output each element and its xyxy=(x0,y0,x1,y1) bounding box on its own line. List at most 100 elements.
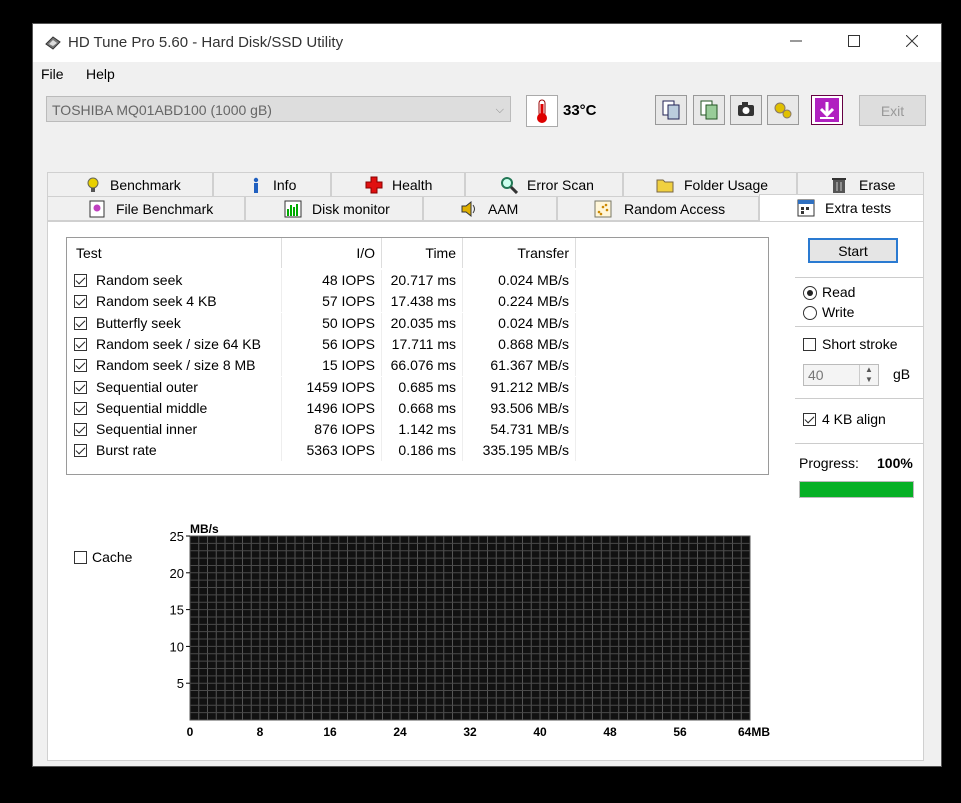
drive-select[interactable]: TOSHIBA MQ01ABD100 (1000 gB) ⌵ xyxy=(46,96,511,122)
maximize-button[interactable] xyxy=(825,24,883,62)
short-stroke-value: 40 xyxy=(808,367,824,383)
cell-test: Random seek / size 8 MB xyxy=(67,355,282,377)
test-checkbox[interactable] xyxy=(74,380,87,394)
cell-io: 56 IOPS xyxy=(282,333,382,355)
cell-test: Sequential outer xyxy=(67,376,282,398)
table-row[interactable]: Burst rate 5363 IOPS 0.186 ms 335.195 MB/s xyxy=(67,440,768,462)
cell-time: 17.711 ms xyxy=(382,333,463,355)
tab-aam[interactable]: AAM xyxy=(423,196,557,221)
tab-file-benchmark[interactable]: File Benchmark xyxy=(47,196,245,221)
save-button[interactable] xyxy=(811,95,843,125)
spin-arrows[interactable]: ▲ ▼ xyxy=(859,365,878,385)
cell-io: 1459 IOPS xyxy=(282,376,382,398)
short-stroke-spinner[interactable]: 40 ▲ ▼ xyxy=(803,364,879,386)
test-checkbox[interactable] xyxy=(74,423,87,437)
tab-disk-monitor[interactable]: Disk monitor xyxy=(245,196,423,221)
test-checkbox[interactable] xyxy=(74,316,87,330)
copy-all-button[interactable] xyxy=(693,95,725,125)
hdtune-app-icon xyxy=(45,36,61,50)
cell-transfer: 93.506 MB/s xyxy=(463,397,576,419)
y-tick-label: 25 xyxy=(170,529,184,544)
short-stroke-checkbox[interactable] xyxy=(803,338,816,351)
menu-file[interactable]: File xyxy=(41,66,64,82)
extra-tests-icon xyxy=(797,199,815,217)
spin-down-icon[interactable]: ▼ xyxy=(860,375,878,385)
progress-percent: 100% xyxy=(877,455,913,471)
test-checkbox[interactable] xyxy=(74,337,87,351)
short-stroke-label: Short stroke xyxy=(822,336,898,352)
x-tick-label: 8 xyxy=(257,725,264,738)
table-row[interactable]: Random seek / size 8 MB 15 IOPS 66.076 ms 6… xyxy=(67,355,768,377)
x-tick-label: 64MB xyxy=(738,725,770,738)
col-header-test[interactable]: Test xyxy=(67,238,282,268)
tab-extra-tests[interactable]: Extra tests xyxy=(759,194,924,221)
align-checkbox[interactable] xyxy=(803,413,816,426)
x-tick-label: 48 xyxy=(603,725,617,738)
cell-io: 15 IOPS xyxy=(282,355,382,377)
progress-label: Progress: xyxy=(799,455,859,471)
cell-test: Burst rate xyxy=(67,440,282,462)
cell-time: 20.717 ms xyxy=(382,270,463,291)
test-checkbox[interactable] xyxy=(74,295,87,309)
cell-test: Random seek 4 KB xyxy=(67,291,282,313)
table-row[interactable]: Butterfly seek 50 IOPS 20.035 ms 0.024 MB/s xyxy=(67,312,768,334)
cell-time: 0.186 ms xyxy=(382,440,463,462)
cell-test: Sequential inner xyxy=(67,419,282,441)
tab-health[interactable]: Health xyxy=(331,172,465,197)
col-header-transfer[interactable]: Transfer xyxy=(463,238,576,268)
test-checkbox[interactable] xyxy=(74,444,87,458)
magnifier-icon xyxy=(501,177,518,194)
read-label: Read xyxy=(822,284,856,300)
cell-time: 0.685 ms xyxy=(382,376,463,398)
close-button[interactable] xyxy=(883,24,941,62)
menu-help[interactable]: Help xyxy=(86,66,115,82)
table-row[interactable]: Random seek 48 IOPS 20.717 ms 0.024 MB/s xyxy=(67,270,768,291)
thermometer-icon xyxy=(537,99,547,123)
progress-bar xyxy=(799,481,914,498)
camera-icon xyxy=(738,102,754,116)
x-tick-label: 32 xyxy=(463,725,477,738)
exit-button[interactable]: Exit xyxy=(859,95,926,126)
test-checkbox[interactable] xyxy=(74,401,87,415)
spin-up-icon[interactable]: ▲ xyxy=(860,365,878,375)
options-button[interactable] xyxy=(767,95,799,125)
window-title: HD Tune Pro 5.60 - Hard Disk/SSD Utility xyxy=(68,34,344,51)
start-button[interactable]: Start xyxy=(808,238,898,263)
table-row[interactable]: Sequential inner 876 IOPS 1.142 ms 54.731 M… xyxy=(67,419,768,441)
cell-transfer: 91.212 MB/s xyxy=(463,376,576,398)
table-row[interactable]: Random seek / size 64 KB 56 IOPS 17.711 ms… xyxy=(67,333,768,355)
cache-checkbox[interactable] xyxy=(74,551,87,564)
chevron-down-icon: ⌵ xyxy=(495,104,504,116)
col-header-io[interactable]: I/O xyxy=(282,238,382,268)
separator xyxy=(795,443,923,444)
test-checkbox[interactable] xyxy=(74,274,87,287)
disk-monitor-icon xyxy=(284,200,302,218)
copy-info-button[interactable] xyxy=(655,95,687,125)
cell-transfer: 0.868 MB/s xyxy=(463,333,576,355)
write-radio[interactable] xyxy=(803,306,817,320)
table-row[interactable]: Sequential middle 1496 IOPS 0.668 ms 93.506… xyxy=(67,397,768,419)
tab-error-scan[interactable]: Error Scan xyxy=(465,172,623,197)
drive-name: TOSHIBA MQ01ABD100 (1000 gB) xyxy=(52,102,272,118)
table-row[interactable]: Random seek 4 KB 57 IOPS 17.438 ms 0.224 MB… xyxy=(67,291,768,313)
test-name: Burst rate xyxy=(96,442,157,459)
separator xyxy=(795,326,923,327)
tab-random-access[interactable]: Random Access xyxy=(557,196,759,221)
screenshot-button[interactable] xyxy=(730,95,762,125)
read-radio[interactable] xyxy=(803,286,817,300)
col-header-time[interactable]: Time xyxy=(382,238,463,268)
tab-info[interactable]: Info xyxy=(213,172,331,197)
table-row[interactable]: Sequential outer 1459 IOPS 0.685 ms 91.212 … xyxy=(67,376,768,398)
cell-io: 876 IOPS xyxy=(282,419,382,441)
minimize-button[interactable] xyxy=(767,24,825,62)
test-checkbox[interactable] xyxy=(74,359,87,373)
tab-benchmark[interactable]: Benchmark xyxy=(47,172,213,197)
cell-io: 1496 IOPS xyxy=(282,397,382,419)
extra-tests-panel: Test I/O Time Transfer Random seek 48 IOP… xyxy=(47,221,924,761)
cache-label: Cache xyxy=(92,549,133,565)
bulb-icon xyxy=(87,177,99,192)
cell-transfer: 0.024 MB/s xyxy=(463,270,576,291)
y-axis-label: MB/s xyxy=(190,522,219,536)
temperature-indicator xyxy=(526,95,558,127)
y-tick-label: 15 xyxy=(170,603,184,618)
